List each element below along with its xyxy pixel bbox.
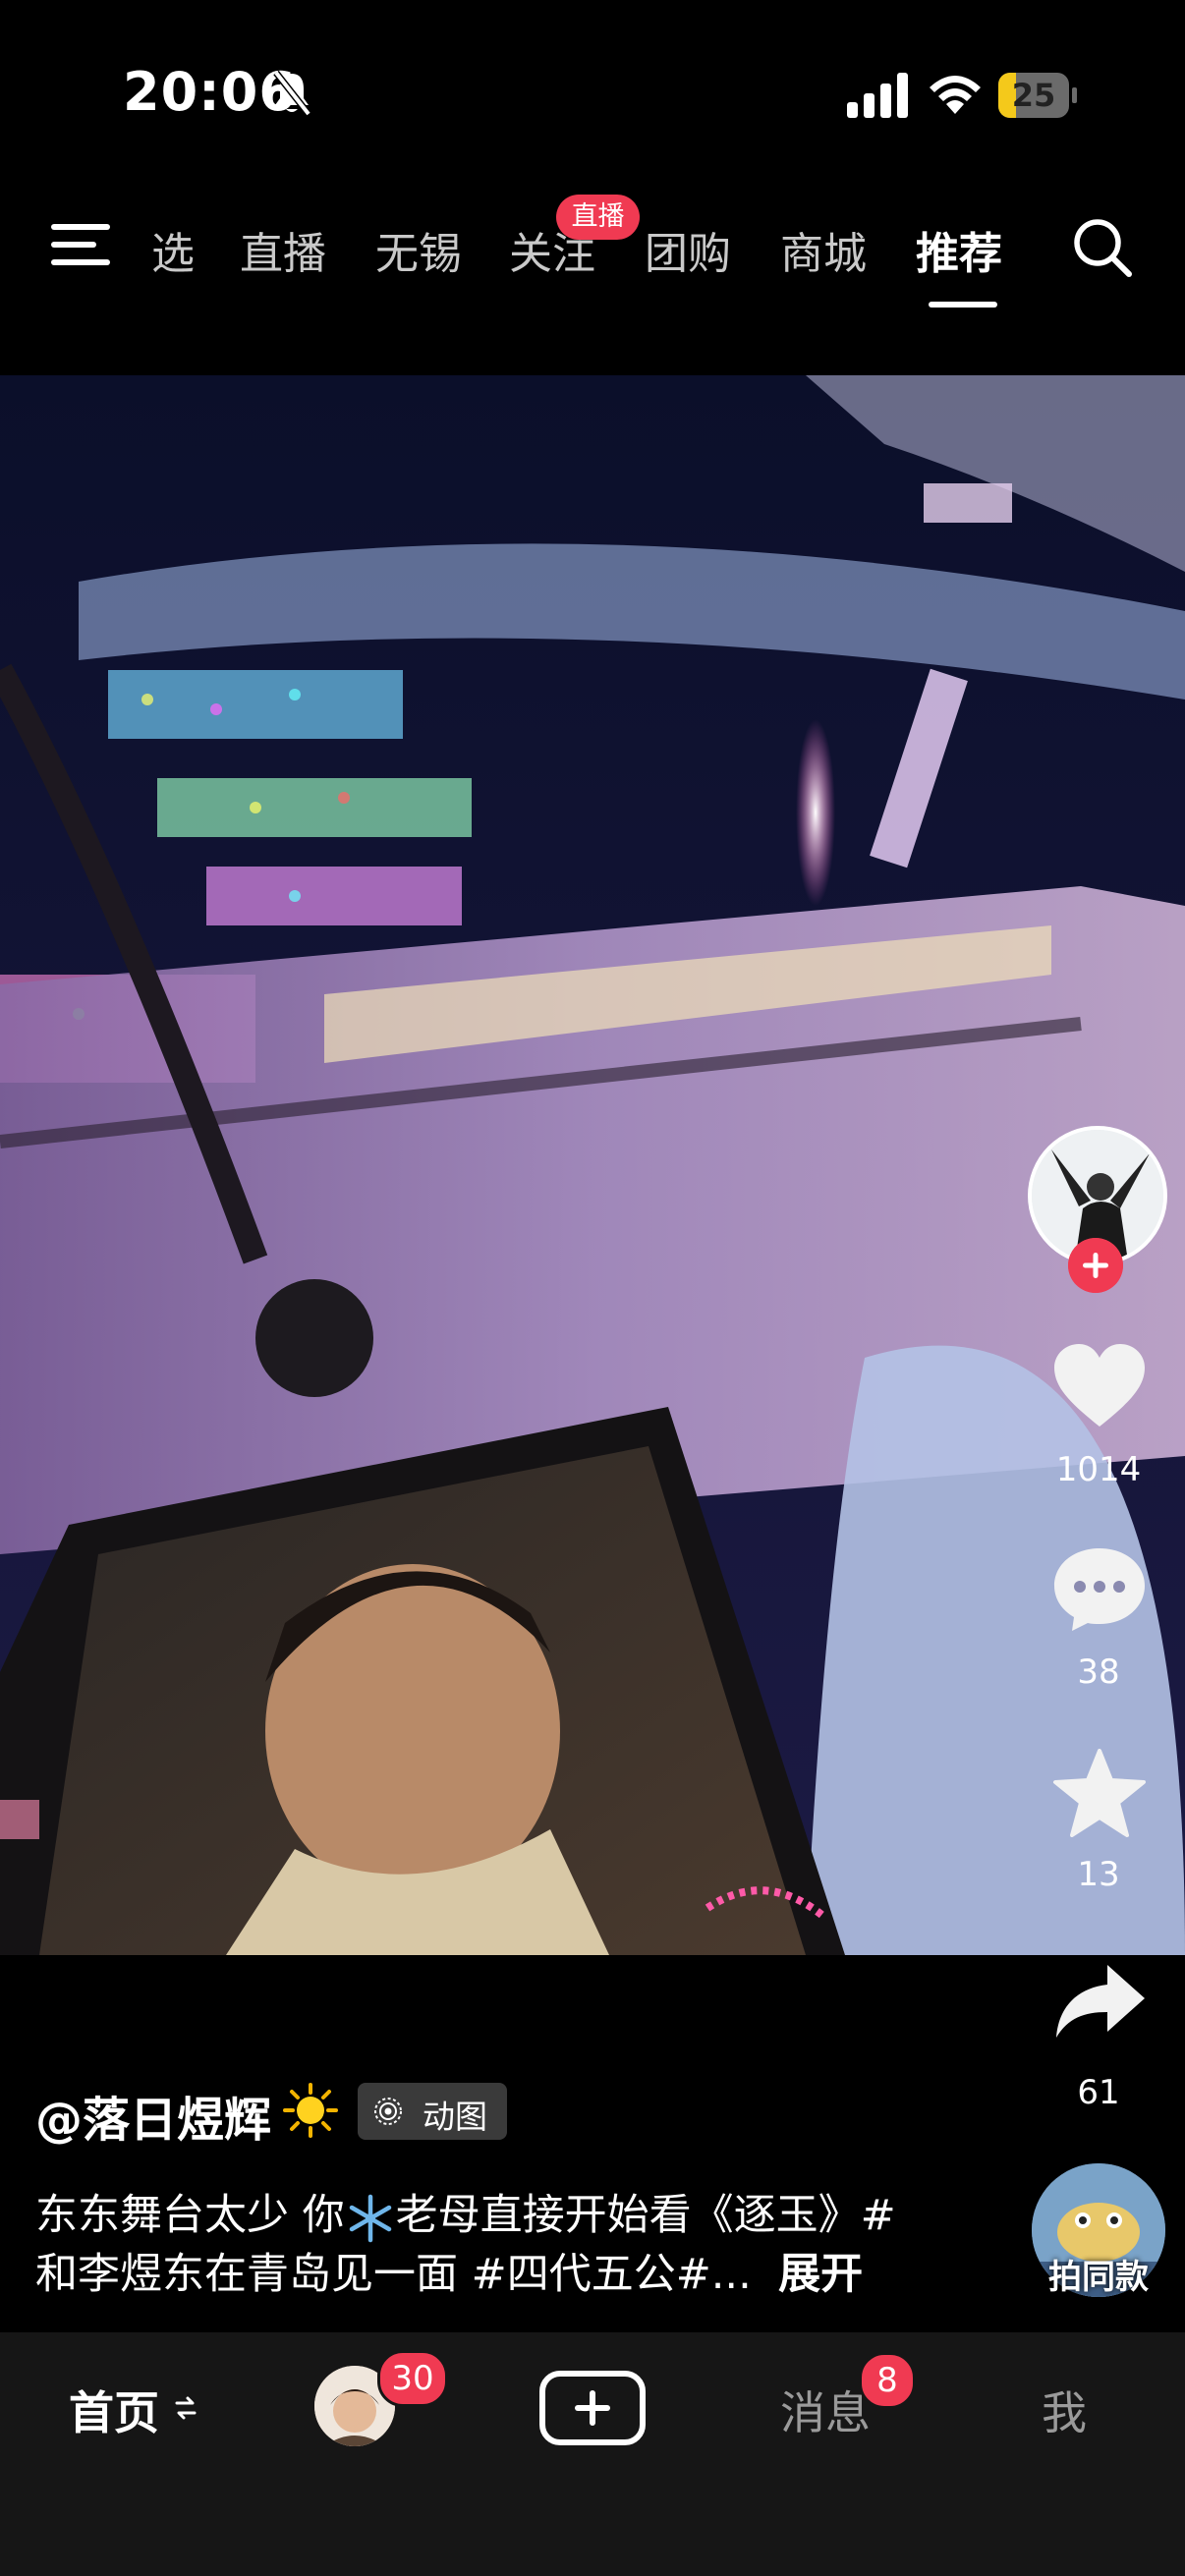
create-plus-button[interactable] (538, 2370, 647, 2446)
tab-recommend[interactable]: 推荐 (916, 218, 1002, 279)
author-name[interactable]: @落日煜辉 (35, 2081, 271, 2150)
live-badge: 直播 (556, 195, 640, 240)
tab-live[interactable]: 直播 (240, 218, 326, 279)
follow-plus-icon[interactable] (1068, 1238, 1123, 1293)
bell-muted-icon (273, 70, 311, 117)
favorite-star-icon[interactable] (1050, 1749, 1149, 1837)
like-count: 1014 (1055, 1450, 1142, 1489)
like-heart-icon[interactable] (1050, 1342, 1149, 1430)
menu-icon[interactable] (51, 220, 112, 269)
video-frame (0, 375, 1185, 1955)
video-player[interactable] (0, 375, 1185, 1955)
caption-text: 和李煜东在青岛见一面 #四代五公#... (35, 2250, 752, 2299)
tab-select[interactable]: 选 (151, 218, 195, 279)
status-bar: 20:06 25 (0, 0, 1185, 187)
comment-count: 38 (1077, 1652, 1120, 1692)
battery-level: 25 (1011, 77, 1056, 114)
share-count: 61 (1077, 2073, 1120, 2112)
tab-mall[interactable]: 商城 (780, 218, 867, 279)
tab-local[interactable]: 无锡 (375, 218, 462, 279)
favorite-count: 13 (1077, 1855, 1120, 1894)
comment-icon[interactable] (1050, 1544, 1149, 1633)
live-photo-icon (374, 2098, 402, 2125)
caption-text: 东东舞台太少 你 (35, 2191, 345, 2240)
caption-line-2: 和李煜东在青岛见一面 #四代五公#... 展开 (35, 2240, 863, 2301)
gif-tag-label: 动图 (423, 2098, 487, 2136)
active-tab-indicator (929, 302, 997, 308)
snowflake-emoji-icon (349, 2194, 391, 2242)
cellular-signal-icon (847, 73, 908, 118)
search-icon[interactable] (1071, 216, 1134, 279)
same-style-label[interactable]: 拍同款 (1022, 2250, 1175, 2298)
tab-me[interactable]: 我 (1042, 2378, 1087, 2442)
tab-group-buy[interactable]: 团购 (645, 218, 731, 279)
battery-indicator: 25 (998, 73, 1077, 118)
switch-arrows-icon[interactable] (173, 2393, 198, 2423)
messages-count-badge: 8 (859, 2352, 916, 2409)
share-arrow-icon[interactable] (1050, 1959, 1149, 2047)
expand-button[interactable]: 展开 (778, 2250, 863, 2299)
friends-count-badge: 30 (377, 2350, 448, 2407)
tab-messages[interactable]: 消息 (780, 2378, 871, 2442)
wifi-icon (930, 76, 981, 114)
gif-tag[interactable]: 动图 (358, 2083, 507, 2140)
caption-text: 老母直接开始看《逐玉》# (395, 2191, 896, 2240)
tab-home[interactable]: 首页 (69, 2378, 159, 2442)
caption-line-1: 东东舞台太少 你 老母直接开始看《逐玉》# (35, 2181, 896, 2244)
sun-emoji-icon (283, 2083, 338, 2138)
